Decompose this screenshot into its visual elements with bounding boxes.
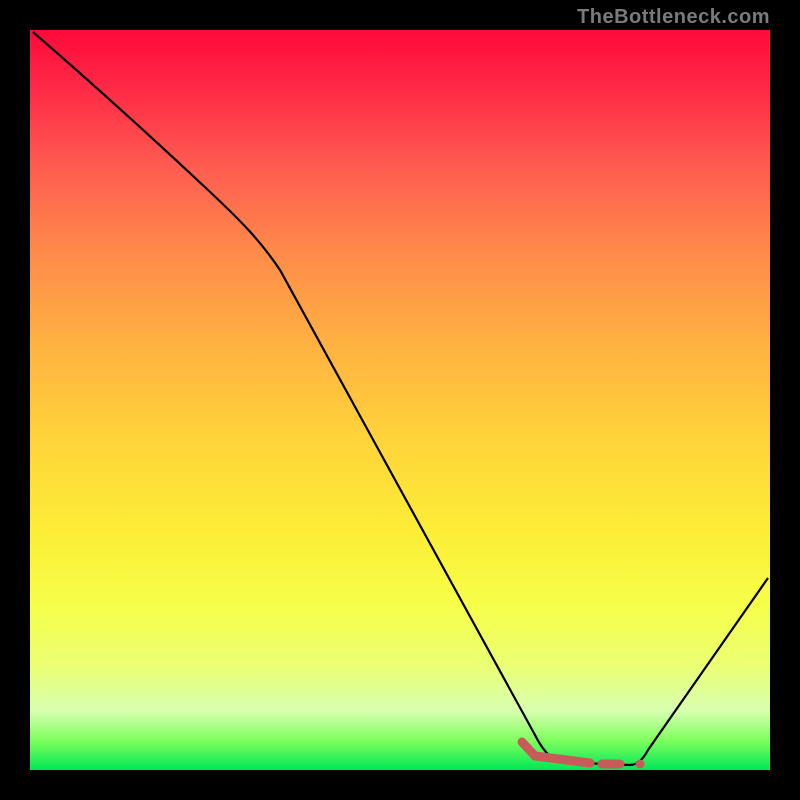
attribution-label: TheBottleneck.com	[577, 6, 770, 29]
bottleneck-curve	[33, 32, 768, 765]
chart-svg	[30, 30, 770, 770]
chart-stage: TheBottleneck.com	[0, 0, 800, 800]
plot-area	[30, 30, 770, 770]
